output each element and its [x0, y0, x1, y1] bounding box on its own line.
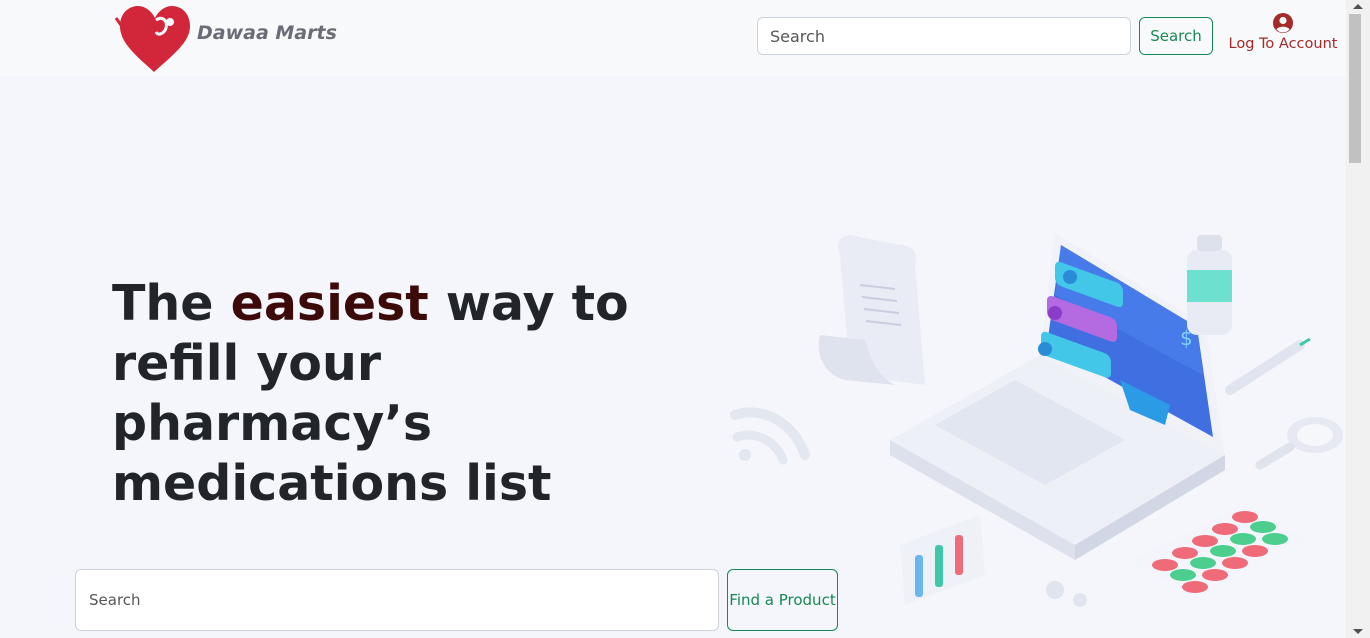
hero-search-input[interactable] [75, 569, 719, 631]
scroll-up-arrow-icon[interactable] [1353, 4, 1363, 9]
nav-search-input[interactable] [757, 17, 1131, 55]
page-scrollbar[interactable] [1346, 0, 1370, 638]
nav-search-button[interactable]: Search [1139, 17, 1213, 55]
navbar: Dawaa Marts Search Log To Account [0, 0, 1346, 76]
user-circle-icon [1273, 13, 1293, 33]
scroll-down-arrow-icon[interactable] [1353, 629, 1363, 634]
hero-title-accent: easiest [230, 275, 429, 332]
hero-title-prefix: The [112, 275, 231, 332]
scroll-thumb[interactable] [1349, 14, 1361, 163]
account-link[interactable]: Log To Account [1228, 12, 1338, 52]
brand-name[interactable]: Dawaa Marts [197, 22, 337, 44]
account-label: Log To Account [1228, 36, 1338, 52]
find-product-button[interactable]: Find a Product [727, 569, 838, 631]
hero-title: The easiest way to refill your pharmacy’… [112, 274, 672, 514]
brand-logo[interactable] [112, 0, 198, 76]
